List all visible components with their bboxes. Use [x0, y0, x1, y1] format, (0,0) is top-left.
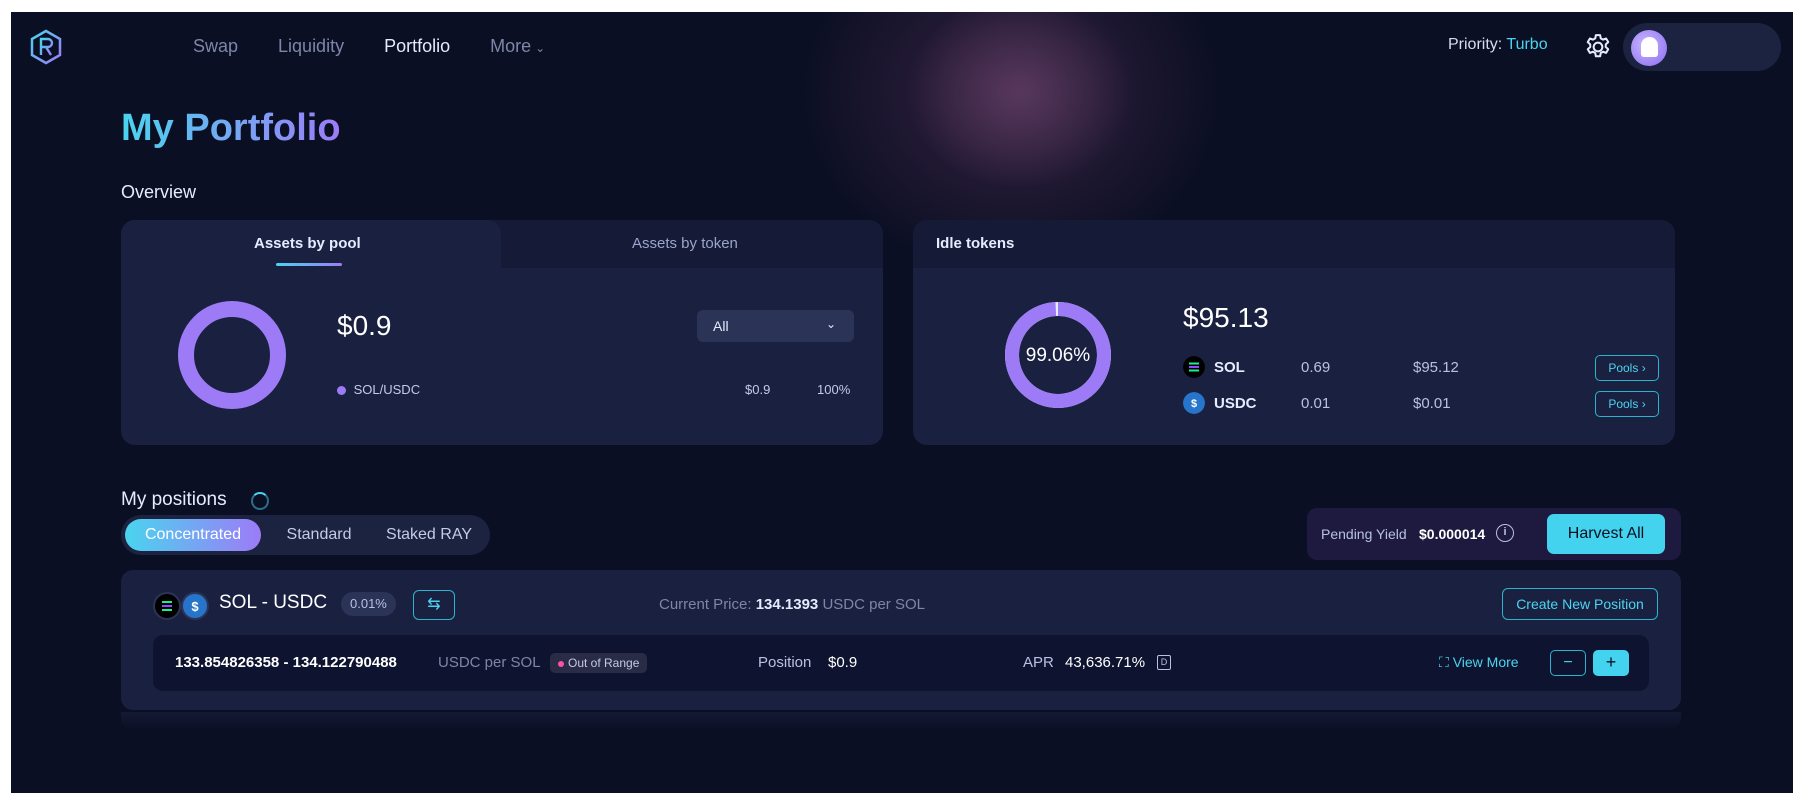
page-title: My Portfolio: [121, 107, 341, 149]
wallet-button[interactable]: [1623, 23, 1781, 71]
status-text: Out of Range: [568, 656, 640, 670]
legend-name: SOL/USDC: [353, 382, 421, 397]
info-icon[interactable]: i: [1496, 524, 1514, 542]
usdc-icon: $: [1183, 392, 1205, 414]
harvest-all-button[interactable]: Harvest All: [1547, 514, 1665, 554]
current-price-unit: USDC per SOL: [822, 596, 925, 613]
position-row: 133.854826358 - 134.122790488 USDC per S…: [153, 635, 1649, 691]
nav-more[interactable]: More ⌄: [490, 36, 545, 57]
nav-portfolio[interactable]: Portfolio: [384, 36, 450, 57]
asset-filter-select[interactable]: All ⌄: [697, 310, 854, 342]
pool-donut-chart: [178, 301, 286, 409]
price-range: 133.854826358 - 134.122790488: [175, 654, 397, 671]
tab-standard[interactable]: Standard: [267, 519, 371, 551]
token-amount: 0.01: [1301, 395, 1331, 412]
raydium-logo[interactable]: [28, 29, 64, 65]
add-liquidity-button[interactable]: +: [1593, 650, 1629, 676]
token-symbol: USDC: [1214, 395, 1257, 412]
token-usd: $0.01: [1413, 395, 1451, 412]
chevron-down-icon: ⌄: [825, 317, 836, 331]
swap-direction-icon[interactable]: ⇆: [413, 590, 455, 620]
pools-label: Pools: [1608, 361, 1639, 375]
idle-donut-label: 99.06%: [1026, 345, 1091, 366]
pools-button-usdc[interactable]: Pools ›: [1595, 391, 1659, 417]
idle-total: $95.13: [1183, 302, 1269, 333]
tab-concentrated[interactable]: Concentrated: [125, 519, 261, 551]
position-value: $0.9: [828, 654, 858, 671]
svg-text:$: $: [191, 599, 199, 614]
card-fade: [121, 712, 1681, 730]
gear-icon[interactable]: [1583, 32, 1613, 62]
view-more-link[interactable]: ⛶ View More: [1439, 654, 1519, 671]
status-badge: Out of Range: [550, 653, 648, 673]
assets-card: Assets by pool Assets by token $0.9 All …: [121, 220, 883, 445]
token-symbol: SOL: [1214, 359, 1245, 376]
svg-text:$: $: [1191, 398, 1197, 410]
fee-tier-badge: 0.01%: [341, 592, 396, 616]
position-label: Position: [758, 654, 812, 671]
pending-yield-value: $0.000014: [1419, 526, 1486, 542]
remove-liquidity-button[interactable]: −: [1550, 650, 1586, 676]
current-price: Current Price: 134.1393 USDC per SOL: [659, 596, 925, 613]
pair-token-icons: $: [153, 592, 209, 620]
create-new-position-button[interactable]: Create New Position: [1502, 588, 1658, 620]
token-row-sol: SOL 0.69 $95.12 Pools ›: [1183, 355, 1659, 381]
token-usd: $95.12: [1413, 359, 1459, 376]
legend-item: SOL/USDC $0.9 100%: [337, 382, 857, 397]
legend-value: $0.9: [745, 382, 771, 397]
app-window: Swap Liquidity Portfolio More ⌄ Priority:…: [11, 12, 1793, 793]
overview-heading: Overview: [121, 182, 197, 202]
asset-filter-value: All: [713, 318, 729, 334]
top-nav: Swap Liquidity Portfolio More ⌄: [193, 36, 545, 57]
pool-donut-slice: [178, 301, 286, 409]
phantom-ghost-icon: [1641, 37, 1658, 57]
chevron-right-icon: ›: [1641, 361, 1646, 375]
pending-yield-label: Pending Yield: [1321, 526, 1407, 542]
legend-dot: [337, 386, 346, 396]
current-price-label: Current Price:: [659, 596, 752, 613]
position-card: $ SOL - USDC 0.01% ⇆ Current Price: 134.…: [121, 570, 1681, 710]
token-row-usdc: $ USDC 0.01 $0.01 Pools ›: [1183, 391, 1659, 417]
apr-label: APR: [1023, 654, 1054, 671]
pools-label: Pools: [1608, 397, 1639, 411]
token-amount: 0.69: [1301, 359, 1331, 376]
expand-icon: ⛶: [1439, 654, 1449, 670]
chevron-down-icon: ⌄: [535, 41, 546, 55]
idle-tokens-card: Idle tokens 99.06% $95.13 SOL 0.69 $95.1…: [913, 220, 1675, 445]
idle-donut-chart: 99.06%: [1005, 302, 1111, 408]
pools-button-sol[interactable]: Pools ›: [1595, 355, 1659, 381]
priority-setting[interactable]: Priority: Turbo: [1448, 36, 1548, 54]
price-range-unit: USDC per SOL: [438, 654, 541, 671]
idle-tokens-title: Idle tokens: [936, 235, 1015, 252]
idle-tokens-header: Idle tokens: [913, 220, 1675, 268]
nav-liquidity[interactable]: Liquidity: [278, 36, 344, 57]
loading-spinner-icon: [251, 492, 269, 510]
pool-pair-name: SOL - USDC: [219, 592, 328, 613]
tab-underline: [276, 263, 342, 266]
priority-value: Turbo: [1506, 36, 1548, 53]
status-dot: [558, 660, 564, 667]
positions-heading: My positions: [121, 489, 227, 510]
chevron-right-icon: ›: [1641, 397, 1646, 411]
legend-percent: 100%: [817, 382, 851, 397]
view-more-label: View More: [1452, 654, 1519, 670]
tab-staked-ray[interactable]: Staked RAY: [373, 519, 485, 551]
current-price-value: 134.1393: [755, 596, 819, 613]
tab-assets-by-token[interactable]: Assets by token: [632, 235, 738, 252]
assets-tabs: Assets by pool Assets by token: [121, 220, 883, 268]
position-type-tabs: Concentrated Standard Staked RAY: [121, 515, 490, 555]
priority-label: Priority:: [1448, 36, 1503, 53]
nav-more-label: More: [490, 36, 532, 56]
nav-swap[interactable]: Swap: [193, 36, 238, 57]
apr-details-icon[interactable]: D: [1157, 655, 1171, 670]
pending-yield-panel: Pending Yield $0.000014 i Harvest All: [1307, 508, 1681, 560]
sol-icon: [1183, 356, 1205, 378]
assets-total: $0.9: [337, 310, 392, 341]
apr-value: 43,636.71%: [1065, 654, 1146, 671]
background-planet: [731, 12, 1311, 232]
tab-assets-by-pool[interactable]: Assets by pool: [254, 235, 361, 252]
